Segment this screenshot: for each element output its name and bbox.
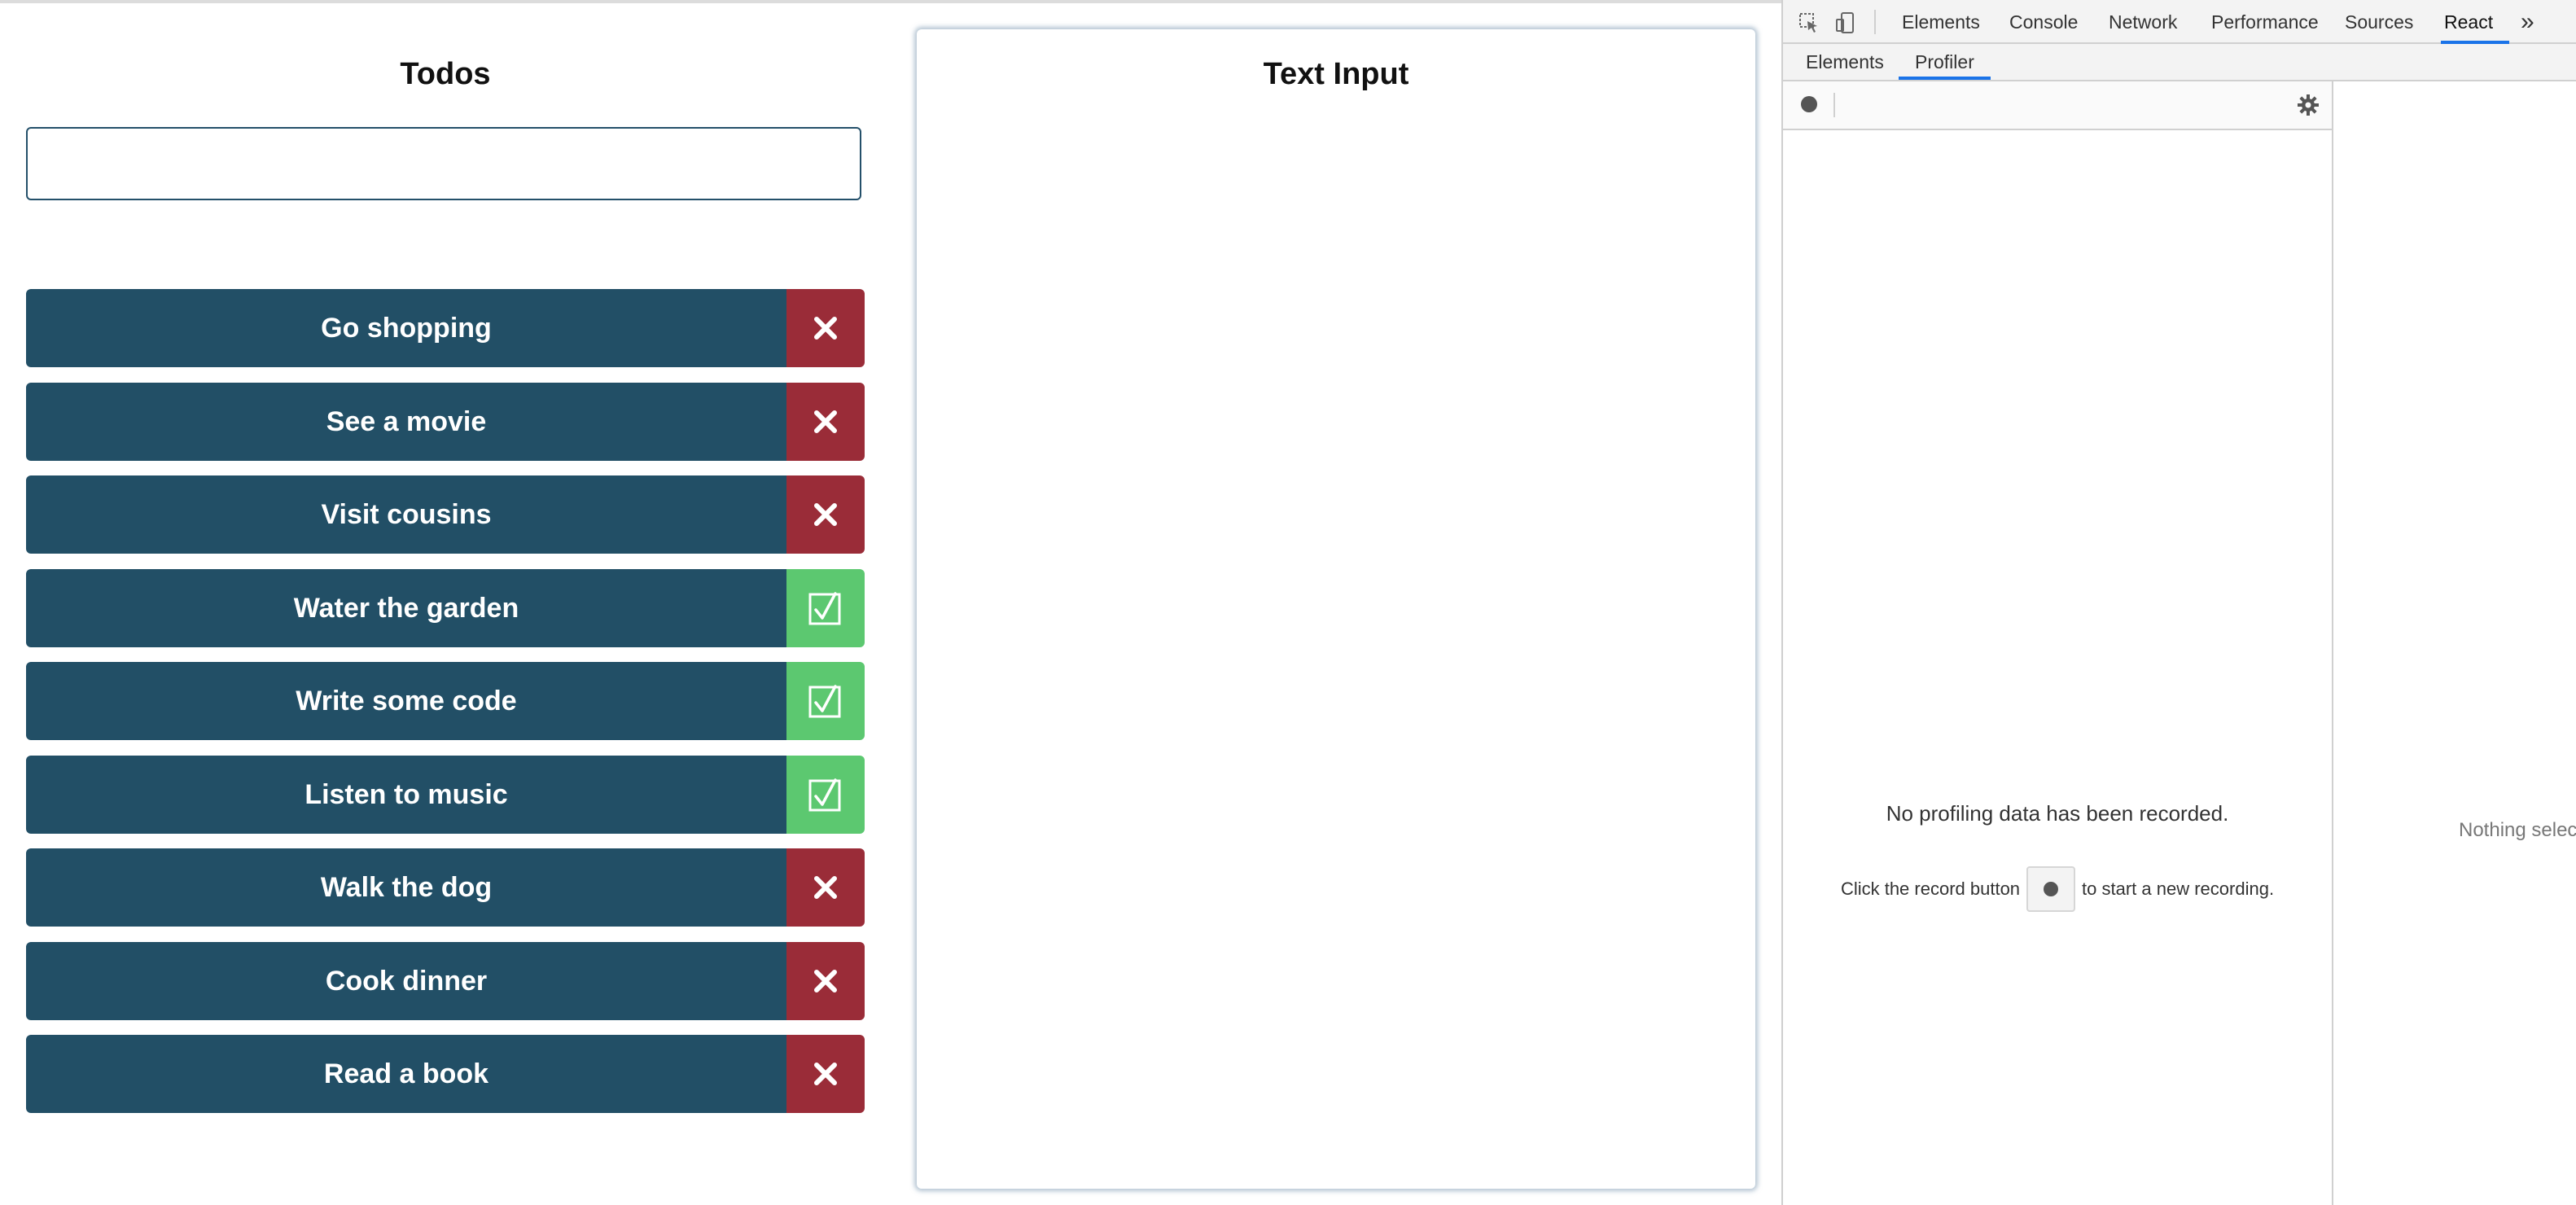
todo-item: Water the garden bbox=[26, 569, 865, 647]
more-tabs-chevron-icon[interactable]: » bbox=[2521, 0, 2534, 44]
record-dot-icon bbox=[2044, 882, 2059, 896]
todo-delete-button[interactable] bbox=[786, 383, 865, 461]
checkbox-checked-icon bbox=[808, 778, 841, 812]
checkbox-checked-icon bbox=[808, 592, 841, 625]
todo-item: Walk the dog bbox=[26, 848, 865, 927]
close-icon bbox=[814, 970, 837, 992]
todo-label[interactable]: Read a book bbox=[26, 1035, 786, 1113]
devtools-tab-network[interactable]: Network bbox=[2109, 0, 2177, 44]
record-button-icon[interactable] bbox=[1801, 96, 1817, 112]
todo-done-button[interactable] bbox=[786, 662, 865, 740]
todo-label[interactable]: Walk the dog bbox=[26, 848, 786, 927]
todo-item: Read a book bbox=[26, 1035, 865, 1113]
text-input-title: Text Input bbox=[1263, 57, 1409, 91]
close-icon bbox=[814, 317, 837, 340]
todo-label[interactable]: Water the garden bbox=[26, 569, 786, 647]
devtools-tab-performance[interactable]: Performance bbox=[2211, 0, 2319, 44]
nothing-selected-message: Nothing selec bbox=[2459, 819, 2576, 841]
devtools-tab-console[interactable]: Console bbox=[2009, 0, 2078, 44]
todo-label[interactable]: Cook dinner bbox=[26, 942, 786, 1020]
close-icon bbox=[814, 410, 837, 433]
subtab-profiler[interactable]: Profiler bbox=[1899, 44, 1991, 80]
todos-panel: Todos Go shopping See a movie Visit cousin… bbox=[26, 33, 865, 1172]
todo-item: See a movie bbox=[26, 383, 865, 461]
window-top-border bbox=[0, 0, 1781, 3]
profiler-main-pane: No profiling data has been recorded. Cli… bbox=[1783, 81, 2333, 1205]
record-hint: Click the record button to start a new r… bbox=[1783, 866, 2332, 912]
todo-label[interactable]: Write some code bbox=[26, 662, 786, 740]
devtools-tab-elements[interactable]: Elements bbox=[1902, 0, 1980, 44]
todo-item: Listen to music bbox=[26, 756, 865, 834]
subtab-elements[interactable]: Elements bbox=[1806, 44, 1884, 80]
todo-done-button[interactable] bbox=[786, 569, 865, 647]
todo-delete-button[interactable] bbox=[786, 848, 865, 927]
todo-input[interactable] bbox=[26, 127, 861, 200]
todo-label[interactable]: Go shopping bbox=[26, 289, 786, 367]
device-toolbar-icon[interactable] bbox=[1835, 11, 1858, 34]
close-icon bbox=[814, 1063, 837, 1085]
todo-item: Visit cousins bbox=[26, 475, 865, 554]
todo-label[interactable]: See a movie bbox=[26, 383, 786, 461]
gear-icon[interactable] bbox=[2296, 93, 2320, 117]
close-icon bbox=[814, 503, 837, 526]
todo-item: Cook dinner bbox=[26, 942, 865, 1020]
todo-label[interactable]: Listen to music bbox=[26, 756, 786, 834]
profiler-toolbar-separator bbox=[1833, 93, 1835, 117]
devtools-tab-sources[interactable]: Sources bbox=[2345, 0, 2413, 44]
record-hint-after: to start a new recording. bbox=[2082, 879, 2275, 899]
toolbar-separator bbox=[1874, 10, 1876, 34]
todo-item: Go shopping bbox=[26, 289, 865, 367]
todo-delete-button[interactable] bbox=[786, 289, 865, 367]
text-input-card: Text Input bbox=[917, 29, 1755, 1189]
react-subtabs: Elements Profiler bbox=[1783, 44, 2576, 81]
todo-delete-button[interactable] bbox=[786, 475, 865, 554]
inspect-element-icon[interactable] bbox=[1798, 11, 1820, 34]
todo-done-button[interactable] bbox=[786, 756, 865, 834]
record-hint-before: Click the record button bbox=[1840, 879, 2021, 899]
todo-item: Write some code bbox=[26, 662, 865, 740]
devtools-tab-react[interactable]: React bbox=[2440, 0, 2510, 44]
profiler-toolbar bbox=[1783, 81, 2332, 130]
no-profiling-data-message: No profiling data has been recorded. bbox=[1886, 801, 2229, 826]
close-icon bbox=[814, 876, 837, 899]
todos-title: Todos bbox=[400, 57, 491, 91]
todo-label[interactable]: Visit cousins bbox=[26, 475, 786, 554]
todo-delete-button[interactable] bbox=[786, 1035, 865, 1113]
inline-record-button[interactable] bbox=[2026, 866, 2076, 912]
checkbox-checked-icon bbox=[808, 685, 841, 718]
todo-delete-button[interactable] bbox=[786, 942, 865, 1020]
devtools-panel: Elements Console Network Performance Sou… bbox=[1781, 0, 2576, 1205]
devtools-toolbar: Elements Console Network Performance Sou… bbox=[1783, 0, 2576, 44]
